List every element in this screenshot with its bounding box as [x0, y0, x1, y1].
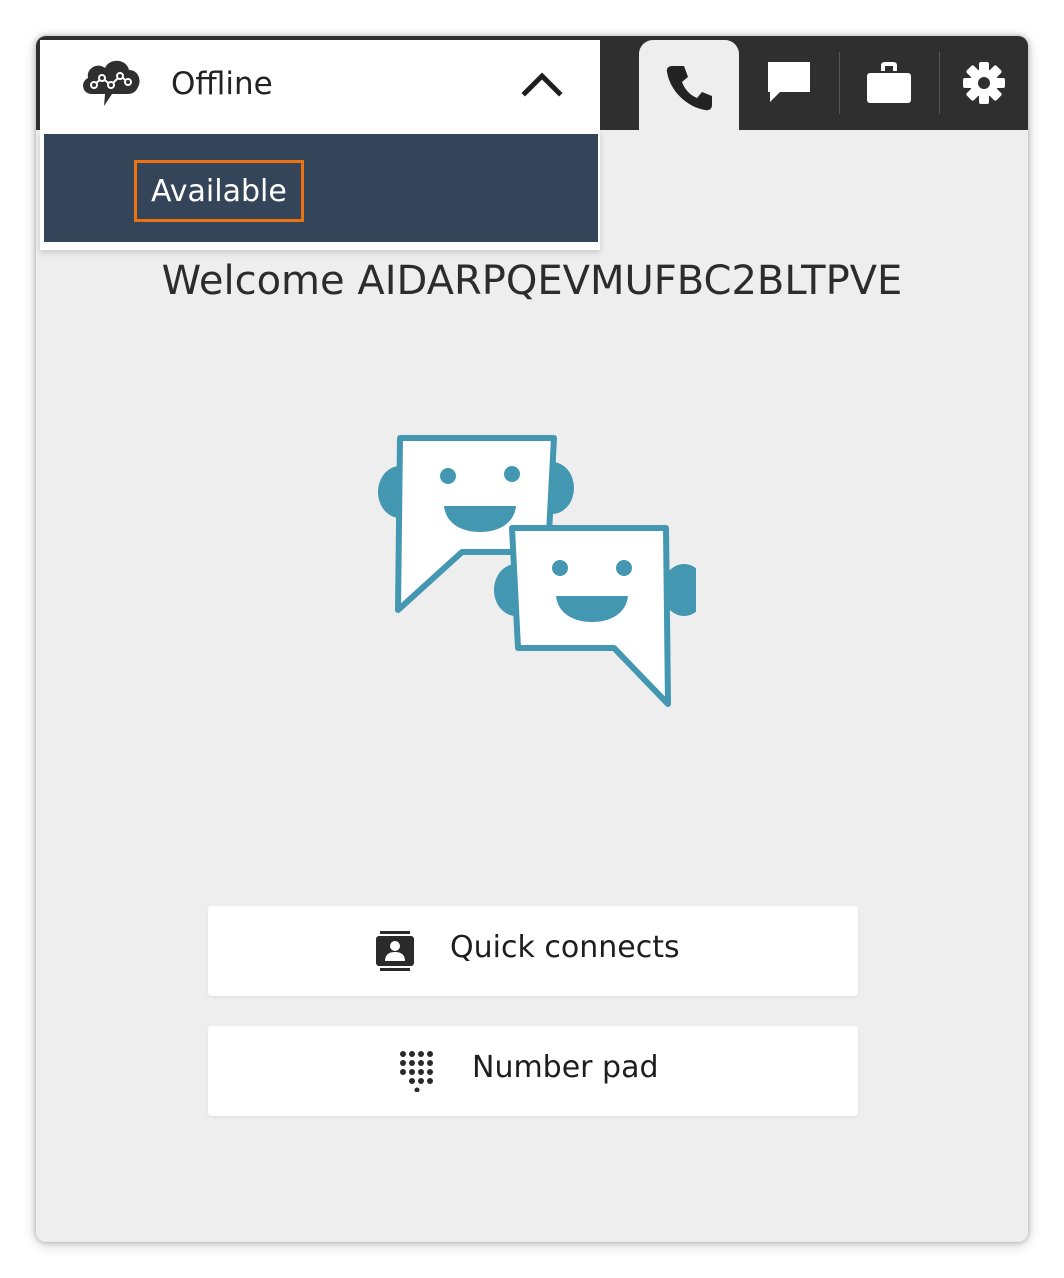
- tab-cases[interactable]: [839, 36, 939, 130]
- chevron-up-icon: [521, 72, 563, 97]
- agent-status-dropdown[interactable]: Offline: [40, 40, 600, 130]
- number-pad-button[interactable]: Number pad: [208, 1026, 858, 1116]
- contact-control-panel: Offline Available Welcome AIDARPQEVMUFBC…: [36, 36, 1028, 1242]
- chatbot-faces-icon: [378, 435, 696, 707]
- dialpad-icon: [400, 1051, 433, 1092]
- agent-status-menu: Available: [40, 130, 600, 250]
- quick-connects-button[interactable]: Quick connects: [208, 906, 858, 996]
- quick-connects-label: Quick connects: [450, 930, 680, 965]
- chat-icon: [768, 62, 810, 102]
- briefcase-icon: [867, 62, 911, 103]
- top-navigation-bar: Offline: [36, 36, 1028, 134]
- contacts-card-icon: [376, 931, 414, 971]
- tab-phone[interactable]: [639, 40, 739, 134]
- phone-icon: [666, 66, 712, 111]
- cloud-chat-logo-icon: [83, 60, 140, 106]
- tab-chat[interactable]: [739, 36, 839, 130]
- status-option-label: Available: [134, 160, 304, 222]
- welcome-message: Welcome AIDARPQEVMUFBC2BLTPVE: [161, 258, 903, 304]
- agent-status-label: Offline: [171, 66, 273, 102]
- gear-icon: [962, 62, 1005, 104]
- status-option-available[interactable]: Available: [44, 134, 598, 242]
- number-pad-label: Number pad: [472, 1050, 659, 1085]
- tab-settings[interactable]: [939, 36, 1028, 130]
